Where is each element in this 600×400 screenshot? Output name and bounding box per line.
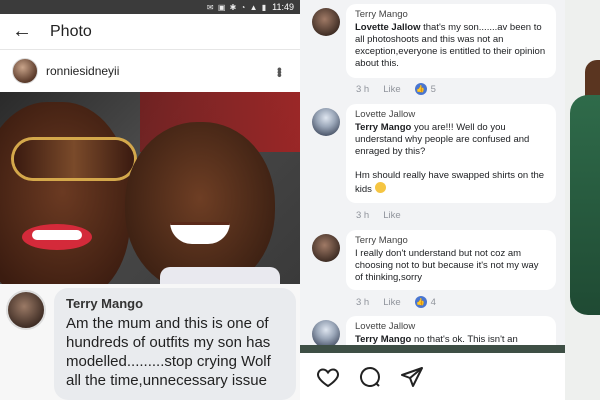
- sunglasses: [14, 140, 134, 178]
- middle-screenshot: Terry Mango Lovette Jallow that's my son…: [300, 0, 565, 400]
- heart-icon[interactable]: [316, 365, 340, 389]
- page-title: Photo: [50, 22, 92, 40]
- sad-face-icon: [374, 182, 386, 193]
- comment-author[interactable]: Lovette Jallow: [355, 321, 547, 332]
- comment-mention[interactable]: Terry Mango: [355, 122, 411, 133]
- right-photo-sliver: [565, 0, 600, 400]
- comment-author: Terry Mango: [66, 296, 144, 311]
- arrow-left-icon[interactable]: ←: [12, 20, 42, 43]
- comment-author[interactable]: Terry Mango: [355, 235, 547, 246]
- avatar[interactable]: [312, 234, 340, 262]
- comment-bubble: Terry Mango I really don't understand bu…: [346, 230, 556, 290]
- comment-meta: 3 h Like 👍 5: [356, 83, 436, 95]
- comment-meta: 3 h Like: [356, 210, 401, 221]
- like-button[interactable]: Like: [383, 297, 400, 308]
- avatar[interactable]: [312, 8, 340, 36]
- comment-time: 3 h: [356, 296, 370, 308]
- green-hoodie: [570, 95, 600, 315]
- left-screenshot: ✉ ▣ ✱ ◔ ▲ ▮ 11:49 ← Photo ronniesidneyii…: [0, 0, 300, 400]
- comment-item: Terry Mango Lovette Jallow that's my son…: [300, 4, 565, 95]
- thumbs-up-icon: 👍: [414, 296, 427, 308]
- post-actions: [300, 353, 565, 400]
- post-photo[interactable]: [0, 92, 300, 284]
- comment-text: Lovette Jallow that's my son.......av be…: [355, 22, 547, 70]
- teeth: [32, 230, 82, 240]
- app-bar: ← Photo: [0, 14, 300, 50]
- send-icon[interactable]: [400, 365, 424, 389]
- comment-text: I really don't understand but not coz am…: [355, 248, 539, 283]
- avatar[interactable]: [312, 108, 340, 136]
- quoted-comment-card: Terry Mango Am the mum and this is one o…: [0, 284, 300, 400]
- more-vertical-icon[interactable]: •••: [272, 67, 288, 76]
- comment-time: 3 h: [356, 210, 370, 221]
- comment-thread: Terry Mango Lovette Jallow that's my son…: [300, 0, 565, 345]
- comment-bubble: Terry Mango Am the mum and this is one o…: [54, 288, 296, 400]
- comment-mention[interactable]: Terry Mango: [355, 334, 411, 345]
- like-button[interactable]: Like: [383, 210, 400, 221]
- divider: [300, 345, 565, 353]
- status-bar: ✉ ▣ ✱ ◔ ▲ ▮ 11:49: [0, 0, 300, 14]
- comment-icon[interactable]: [358, 365, 382, 389]
- avatar[interactable]: [12, 58, 38, 84]
- comment-bubble: Lovette Jallow Terry Mango no that's ok.…: [346, 316, 556, 345]
- username[interactable]: ronniesidneyii: [46, 64, 272, 78]
- reaction-number: 5: [430, 83, 436, 95]
- comment-time: 3 h: [356, 83, 370, 95]
- comment-author[interactable]: Lovette Jallow: [355, 109, 547, 120]
- boy-face: [125, 122, 275, 284]
- comment-mention[interactable]: Lovette Jallow: [355, 22, 420, 33]
- like-button[interactable]: Like: [383, 84, 400, 95]
- comment-item: Lovette Jallow Terry Mango you are!!! We…: [300, 104, 565, 224]
- reaction-count[interactable]: 👍 5: [414, 83, 436, 95]
- comment-bubble: Terry Mango Lovette Jallow that's my son…: [346, 4, 556, 78]
- comment-item: Lovette Jallow Terry Mango no that's ok.…: [300, 316, 565, 345]
- comment-meta: 3 h Like 👍 4: [356, 296, 436, 308]
- reaction-count[interactable]: 👍 4: [414, 296, 436, 308]
- avatar[interactable]: [312, 320, 340, 345]
- comment-body: no that's ok. This isn't an: [411, 334, 518, 345]
- comment-text-2: Hm should really have swapped shirts on …: [355, 170, 547, 196]
- thumbs-up-icon: 👍: [414, 83, 427, 95]
- comment-bubble: Lovette Jallow Terry Mango you are!!! We…: [346, 104, 556, 203]
- boy-shirt: [160, 267, 280, 284]
- comment-author[interactable]: Terry Mango: [355, 9, 547, 20]
- reaction-number: 4: [430, 296, 436, 308]
- post-header: ronniesidneyii •••: [0, 50, 300, 92]
- status-icons: ✉ ▣ ✱ ◔ ▲ ▮: [206, 2, 268, 12]
- woman-face: [0, 102, 130, 284]
- comment-text: Terry Mango you are!!! Well do you under…: [355, 122, 547, 158]
- comment-text: Am the mum and this is one of hundreds o…: [66, 315, 271, 389]
- status-time: 11:49: [272, 2, 294, 12]
- avatar: [6, 290, 46, 330]
- comment-item: Terry Mango I really don't understand bu…: [300, 230, 565, 310]
- comment-text: Terry Mango no that's ok. This isn't an: [355, 334, 547, 345]
